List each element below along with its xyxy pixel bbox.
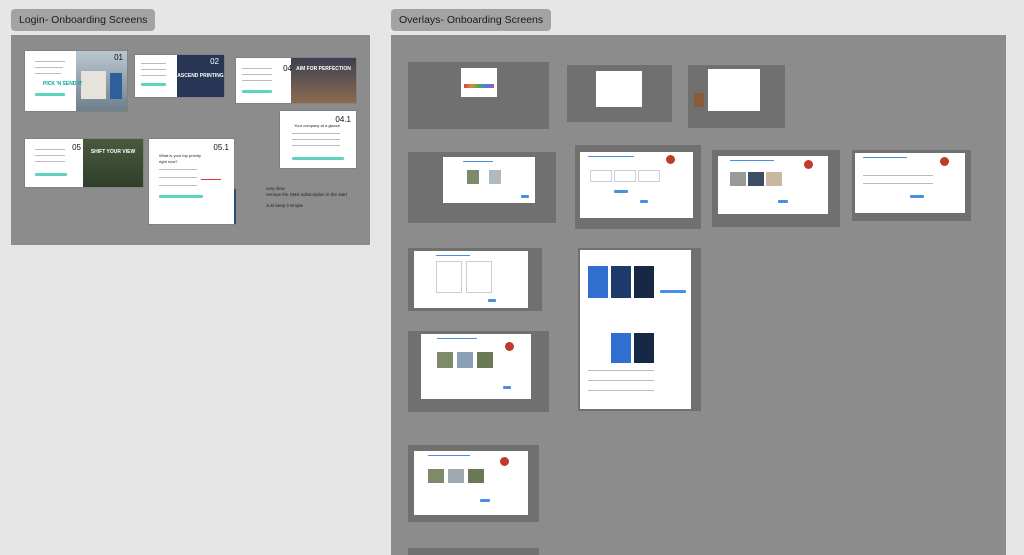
screen-number: 05.1 [213, 143, 229, 152]
overlay-frame-7[interactable] [852, 150, 971, 221]
overlay-frame-9[interactable] [408, 331, 549, 412]
overlay-frame-3[interactable] [688, 65, 785, 128]
screen-number: 05 [72, 143, 81, 152]
note-remove-sms: remove the SMS subscription in the start [266, 192, 348, 197]
overlay-frame-6[interactable] [712, 150, 840, 227]
overlay-frame-10[interactable] [408, 445, 539, 522]
login-screen-02[interactable]: ASCEND PRINTING 02 [135, 55, 224, 97]
login-screen-04-1[interactable]: 04.1 Your company at a glance [280, 111, 356, 168]
screen-number: 02 [210, 57, 219, 66]
screen-number: 04 [283, 64, 292, 73]
overlay-frame-11[interactable] [408, 548, 539, 555]
screen-headline: Your company at a glance [294, 123, 341, 128]
overlay-frame-2[interactable] [567, 65, 672, 122]
overlays-board [391, 35, 1006, 555]
login-screen-05-1[interactable]: 05.1 What is your top priority right now… [149, 139, 234, 224]
note-keep-simple: Just keep it simple [266, 203, 304, 208]
login-board: PICK 'N SEND IT 01 ASCEND PRINTING 02 AI… [11, 35, 370, 245]
overlays-section-title: Overlays- Onboarding Screens [391, 9, 552, 31]
overlay-frame-1[interactable] [408, 62, 549, 129]
overlay-frame-5[interactable] [575, 145, 701, 229]
screen-number: 01 [114, 53, 123, 62]
login-screen-04[interactable]: AIM FOR PERFECTION 04 [236, 58, 356, 103]
login-screen-05[interactable]: SHIFT YOUR VIEW 05 [25, 139, 143, 187]
login-photo-04: AIM FOR PERFECTION [291, 58, 356, 103]
login-section-title: Login- Onboarding Screens [11, 9, 156, 31]
overlay-frame-pricing[interactable] [578, 248, 701, 411]
login-screen-01[interactable]: PICK 'N SEND IT 01 [25, 51, 127, 111]
login-photo-05: SHIFT YOUR VIEW [83, 139, 143, 187]
login-photo-01-text: PICK 'N SEND IT [43, 81, 83, 87]
screen-headline: What is your top priority right now? [159, 153, 202, 164]
overlay-frame-8[interactable] [408, 248, 542, 311]
overlay-frame-4[interactable] [408, 152, 556, 223]
